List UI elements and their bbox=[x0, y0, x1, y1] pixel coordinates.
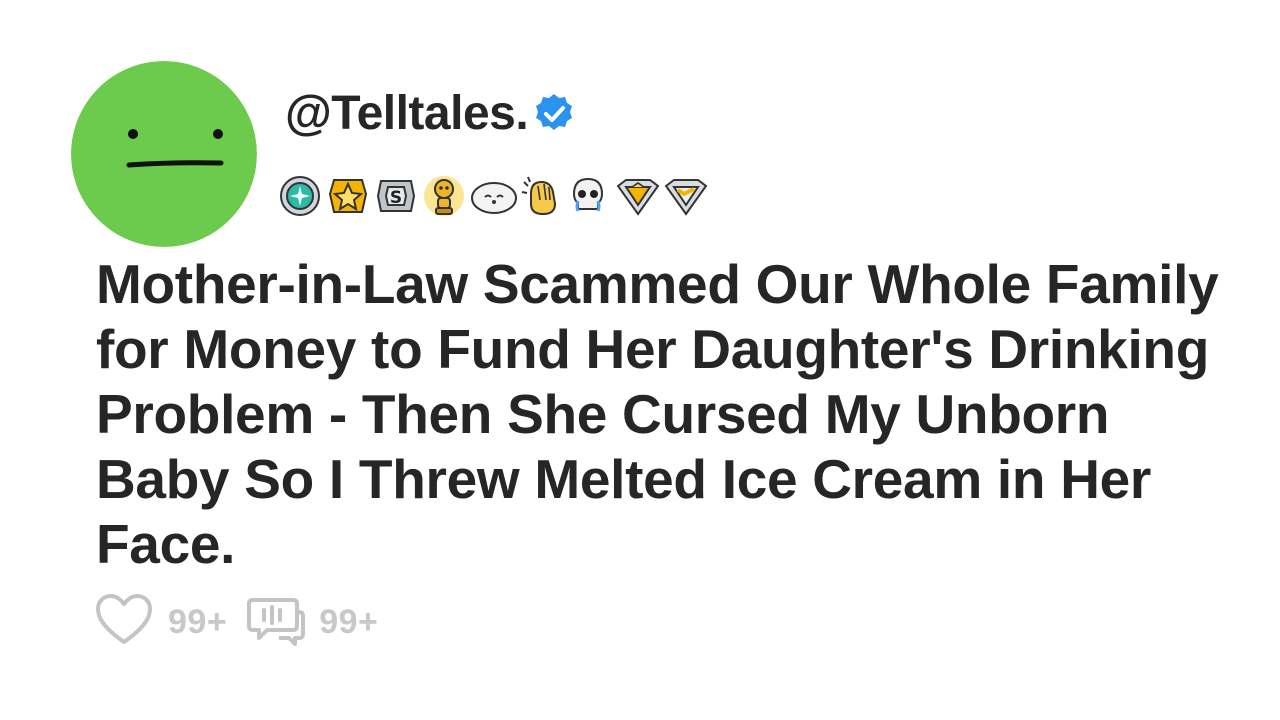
post-actions: 99+ 99+ bbox=[94, 592, 378, 652]
skull-tears-award-icon[interactable] bbox=[564, 172, 612, 220]
awards-row: S bbox=[276, 168, 708, 224]
platinum-shield-award-icon[interactable] bbox=[660, 172, 708, 220]
seal-award-icon[interactable] bbox=[468, 172, 517, 220]
username[interactable]: @Telltales. bbox=[285, 90, 529, 138]
avatar[interactable] bbox=[71, 61, 257, 247]
comment-count: 99+ bbox=[319, 602, 379, 641]
golden-alien-trophy-award-icon[interactable] bbox=[420, 172, 468, 220]
svg-text:S: S bbox=[390, 188, 402, 208]
like-count: 99+ bbox=[168, 602, 228, 641]
clapping-hands-award-icon[interactable] bbox=[516, 172, 564, 220]
post-title: Mother-in-Law Scammed Our Whole Family f… bbox=[96, 253, 1219, 575]
neutral-face-icon bbox=[71, 61, 257, 247]
comment-icon[interactable] bbox=[247, 592, 307, 653]
teal-medal-award-icon[interactable] bbox=[276, 172, 324, 220]
verified-badge-icon bbox=[532, 92, 576, 136]
username-row: @Telltales. bbox=[285, 86, 576, 142]
silver-s-award-icon[interactable]: S bbox=[372, 172, 420, 220]
gold-star-award-icon[interactable] bbox=[324, 172, 372, 220]
gold-diamond-shield-award-icon[interactable] bbox=[612, 172, 660, 220]
heart-icon[interactable] bbox=[94, 592, 154, 653]
